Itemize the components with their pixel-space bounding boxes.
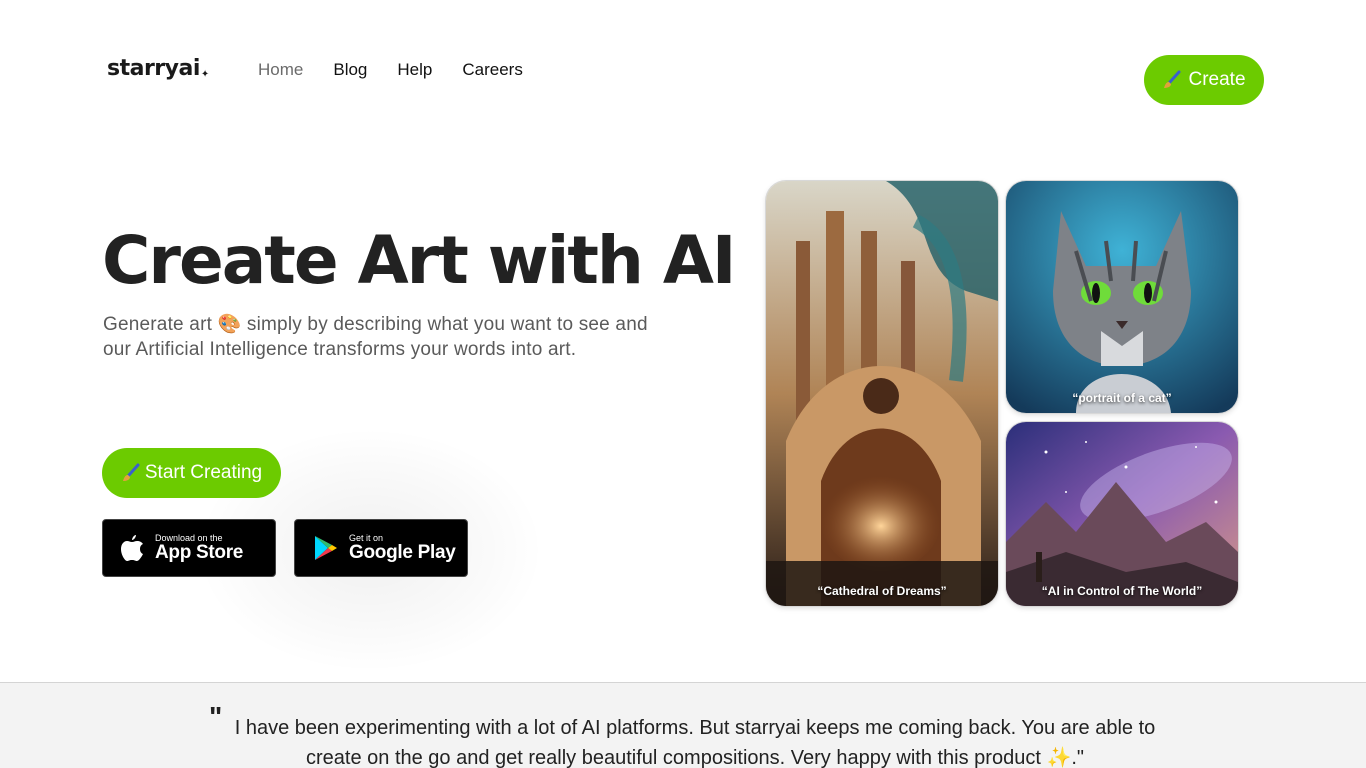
nav-blog[interactable]: Blog [333, 60, 367, 80]
start-creating-label: Start Creating [144, 462, 263, 483]
google-play-big: Google Play [349, 542, 456, 563]
hero-title: Create Art with AI [102, 222, 736, 299]
app-store-button[interactable]: Download on the App Store [102, 519, 276, 577]
art-portrait-of-a-cat[interactable]: “portrait of a cat” [1006, 181, 1238, 413]
nav-home[interactable]: Home [258, 60, 303, 80]
testimonial-text: I have been experimenting with a lot of … [234, 717, 1156, 768]
hero-subtitle: Generate art 🎨 simply by describing what… [103, 312, 663, 362]
create-button[interactable]: Create [1144, 55, 1264, 105]
logo[interactable]: starryai✦ [107, 56, 209, 81]
logo-text: starryai [107, 56, 200, 81]
caption-cathedral: “Cathedral of Dreams” [817, 584, 947, 598]
google-play-icon [315, 536, 337, 560]
palette-icon: 🎨 [217, 314, 242, 335]
paintbrush-icon [122, 463, 140, 481]
art-ai-in-control[interactable]: “AI in Control of The World” [1006, 422, 1238, 606]
app-store-big: App Store [155, 542, 244, 563]
create-button-label: Create [1188, 69, 1246, 90]
cathedral-image [766, 181, 998, 606]
nav-help[interactable]: Help [397, 60, 432, 80]
main-nav: Home Blog Help Careers [258, 60, 553, 80]
google-play-button[interactable]: Get it on Google Play [294, 519, 468, 577]
paintbrush-icon [1164, 70, 1181, 88]
logo-star-icon: ✦ [200, 69, 209, 80]
space-image [1006, 422, 1238, 606]
art-cathedral-of-dreams[interactable]: “Cathedral of Dreams” [766, 181, 998, 606]
hero-subtitle-part1: Generate art [103, 314, 213, 335]
nav-careers[interactable]: Careers [462, 60, 522, 80]
caption-cat: “portrait of a cat” [1072, 391, 1172, 405]
cat-image [1006, 181, 1238, 413]
start-creating-button[interactable]: Start Creating [102, 448, 281, 498]
apple-icon [121, 535, 143, 561]
testimonial-section: " I have been experimenting with a lot o… [0, 682, 1366, 768]
page: starryai✦ Home Blog Help Careers Create … [0, 0, 1366, 768]
caption-space: “AI in Control of The World” [1041, 584, 1203, 598]
